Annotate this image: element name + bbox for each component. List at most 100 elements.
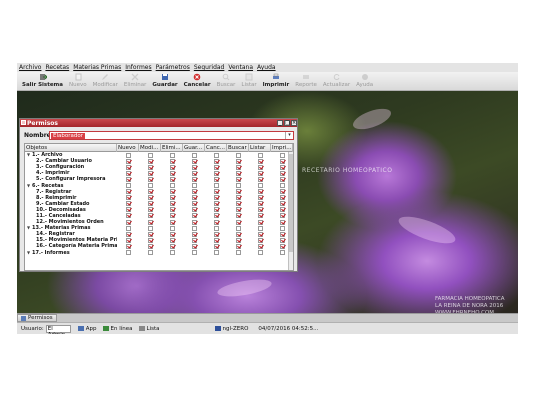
column-header[interactable]: Guar...	[183, 144, 205, 152]
column-header[interactable]: Canc...	[205, 144, 227, 152]
guardar-button[interactable]: Guardar	[149, 72, 180, 91]
permission-checkbox[interactable]	[147, 201, 153, 207]
permission-checkbox[interactable]	[147, 164, 153, 170]
permission-checkbox[interactable]	[125, 243, 131, 249]
group-permission-checkbox[interactable]	[257, 225, 263, 231]
column-header[interactable]: Listar	[249, 144, 271, 152]
permission-checkbox[interactable]	[213, 213, 219, 219]
group-permission-checkbox[interactable]	[125, 152, 131, 158]
permission-checkbox[interactable]	[147, 219, 153, 225]
group-permission-checkbox[interactable]	[147, 152, 153, 158]
group-permission-checkbox[interactable]	[213, 152, 219, 158]
permission-checkbox[interactable]	[257, 170, 263, 176]
permission-checkbox[interactable]	[235, 219, 241, 225]
nombre-select[interactable]: Elaborador ▾	[49, 131, 294, 140]
permission-checkbox[interactable]	[125, 176, 131, 182]
permission-checkbox[interactable]	[125, 195, 131, 201]
permission-checkbox[interactable]	[125, 158, 131, 164]
permission-checkbox[interactable]	[213, 176, 219, 182]
group-permission-checkbox[interactable]	[125, 183, 131, 189]
permission-checkbox[interactable]	[235, 158, 241, 164]
permission-checkbox[interactable]	[125, 164, 131, 170]
permission-checkbox[interactable]	[191, 213, 197, 219]
permission-checkbox[interactable]	[147, 189, 153, 195]
permission-checkbox[interactable]	[125, 237, 131, 243]
group-permission-checkbox[interactable]	[257, 183, 263, 189]
permission-checkbox[interactable]	[191, 231, 197, 237]
permission-checkbox[interactable]	[235, 213, 241, 219]
permission-checkbox[interactable]	[191, 189, 197, 195]
group-permission-checkbox[interactable]	[169, 183, 175, 189]
permission-checkbox[interactable]	[213, 219, 219, 225]
actualizar-button[interactable]: Actualizar	[320, 72, 353, 91]
permission-checkbox[interactable]	[235, 195, 241, 201]
permission-checkbox[interactable]	[279, 164, 285, 170]
permission-checkbox[interactable]	[213, 243, 219, 249]
permission-checkbox[interactable]	[279, 176, 285, 182]
window-title-bar[interactable]: Permisos _ □ ×	[20, 119, 297, 127]
group-permission-checkbox[interactable]	[147, 225, 153, 231]
column-header[interactable]: Impri...	[271, 144, 293, 152]
listar-button[interactable]: Listar	[238, 72, 259, 91]
scrollbar-thumb[interactable]	[289, 154, 293, 252]
permission-checkbox[interactable]	[125, 201, 131, 207]
column-header[interactable]: Modi...	[139, 144, 161, 152]
permission-checkbox[interactable]	[169, 176, 175, 182]
group-permission-checkbox[interactable]	[257, 152, 263, 158]
group-permission-checkbox[interactable]	[279, 250, 285, 256]
ayuda-button[interactable]: Ayuda	[353, 72, 376, 91]
vertical-scrollbar[interactable]	[288, 152, 293, 270]
permission-checkbox[interactable]	[191, 158, 197, 164]
permission-checkbox[interactable]	[235, 231, 241, 237]
permission-checkbox[interactable]	[257, 189, 263, 195]
eliminar-button[interactable]: Eliminar	[121, 72, 150, 91]
permission-checkbox[interactable]	[279, 201, 285, 207]
permission-checkbox[interactable]	[213, 195, 219, 201]
permission-checkbox[interactable]	[191, 170, 197, 176]
permission-checkbox[interactable]	[147, 195, 153, 201]
permission-checkbox[interactable]	[213, 201, 219, 207]
permission-checkbox[interactable]	[235, 237, 241, 243]
menu-recetas[interactable]: Recetas	[45, 64, 69, 71]
permission-checkbox[interactable]	[235, 164, 241, 170]
permission-checkbox[interactable]	[279, 231, 285, 237]
permission-checkbox[interactable]	[191, 195, 197, 201]
group-permission-checkbox[interactable]	[125, 225, 131, 231]
permission-checkbox[interactable]	[191, 243, 197, 249]
permission-checkbox[interactable]	[213, 189, 219, 195]
column-header[interactable]: Nuevo	[117, 144, 139, 152]
permission-checkbox[interactable]	[279, 237, 285, 243]
permission-checkbox[interactable]	[257, 243, 263, 249]
permission-checkbox[interactable]	[125, 219, 131, 225]
group-permission-checkbox[interactable]	[213, 183, 219, 189]
menu-seguridad[interactable]: Seguridad	[194, 64, 225, 71]
permission-checkbox[interactable]	[279, 243, 285, 249]
group-permission-checkbox[interactable]	[191, 225, 197, 231]
permission-checkbox[interactable]	[191, 201, 197, 207]
permission-checkbox[interactable]	[213, 237, 219, 243]
group-permission-checkbox[interactable]	[169, 152, 175, 158]
permission-checkbox[interactable]	[125, 189, 131, 195]
group-permission-checkbox[interactable]	[235, 250, 241, 256]
permission-checkbox[interactable]	[213, 164, 219, 170]
permission-checkbox[interactable]	[125, 213, 131, 219]
permission-checkbox[interactable]	[169, 231, 175, 237]
buscar-button[interactable]: Buscar	[214, 72, 239, 91]
column-header[interactable]: Objetos	[25, 144, 117, 152]
group-permission-checkbox[interactable]	[235, 225, 241, 231]
group-permission-checkbox[interactable]	[169, 225, 175, 231]
permission-checkbox[interactable]	[257, 158, 263, 164]
permission-checkbox[interactable]	[191, 164, 197, 170]
group-permission-checkbox[interactable]	[279, 183, 285, 189]
permission-checkbox[interactable]	[147, 231, 153, 237]
close-button[interactable]: ×	[291, 120, 297, 126]
group-permission-checkbox[interactable]	[279, 152, 285, 158]
permission-checkbox[interactable]	[191, 176, 197, 182]
permission-checkbox[interactable]	[235, 201, 241, 207]
group-permission-checkbox[interactable]	[279, 225, 285, 231]
group-permission-checkbox[interactable]	[169, 250, 175, 256]
permission-checkbox[interactable]	[213, 158, 219, 164]
permission-checkbox[interactable]	[169, 164, 175, 170]
permission-checkbox[interactable]	[147, 237, 153, 243]
permission-checkbox[interactable]	[169, 170, 175, 176]
